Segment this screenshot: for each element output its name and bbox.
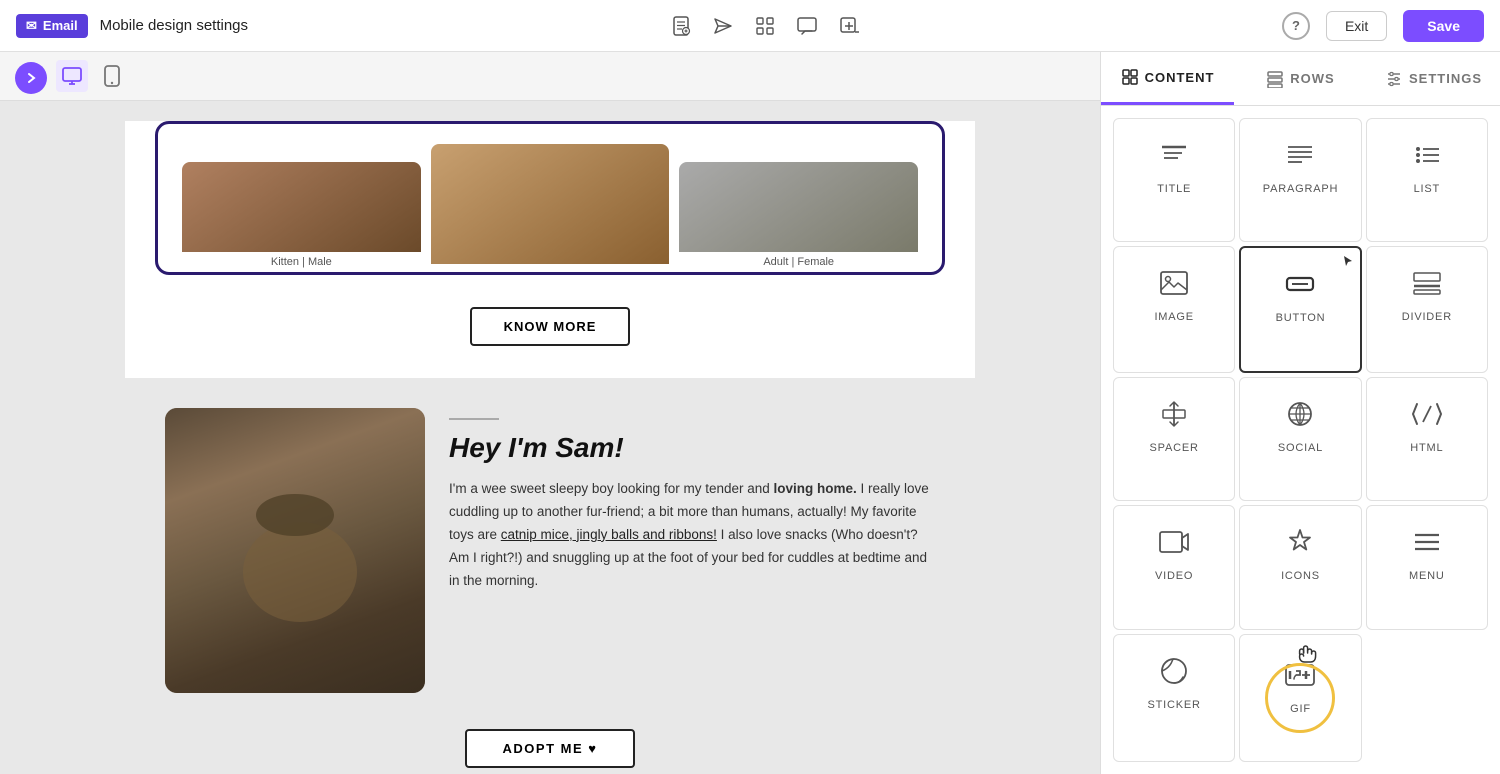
chat-icon[interactable] [795,14,819,38]
cat-2-label [431,264,670,272]
menu-label: MENU [1409,570,1445,582]
content-item-menu[interactable]: MENU [1366,505,1488,629]
know-more-button[interactable]: KNOW MORE [470,307,631,346]
tab-settings-label: SETTINGS [1409,71,1482,86]
sam-toys-link[interactable]: catnip mice, jingly balls and ribbons! [501,527,717,542]
main-layout: Kitten | Male Adult | Female KNOW [0,52,1500,774]
exit-button[interactable]: Exit [1326,11,1387,41]
tab-rows-label: ROWS [1290,71,1334,86]
send-icon[interactable] [711,14,735,38]
paragraph-icon [1280,135,1320,175]
page-title: Mobile design settings [100,17,248,34]
panel-tabs: CONTENT ROWS SETTINGS [1101,52,1500,106]
hand-cursor-icon [1296,643,1318,665]
content-item-button[interactable]: BUTTON [1239,246,1361,372]
email-preview: Kitten | Male Adult | Female KNOW [125,121,975,774]
cat-card-3: Adult | Female [679,162,918,272]
content-item-sticker[interactable]: STICKER [1113,634,1235,762]
list-label: LIST [1414,183,1440,195]
desktop-view-button[interactable] [56,60,88,92]
tab-content[interactable]: CONTENT [1101,52,1234,105]
content-item-image[interactable]: IMAGE [1113,246,1235,372]
title-icon [1154,135,1194,175]
image-icon [1154,263,1194,303]
sam-divider [449,418,499,420]
spacer-label: SPACER [1150,442,1199,454]
sam-name: Hey I'm Sam! [449,432,935,464]
topbar-right: ? Exit Save [1282,10,1484,42]
divider-icon [1407,263,1447,303]
social-icon [1280,394,1320,434]
content-item-social[interactable]: SOCIAL [1239,377,1361,501]
content-item-list[interactable]: LIST [1366,118,1488,242]
html-icon [1407,394,1447,434]
tab-rows[interactable]: ROWS [1234,52,1367,105]
topbar-icons [669,14,861,38]
panel-expand-button[interactable] [15,62,47,94]
icons-label: ICONS [1281,570,1320,582]
spacer-icon [1154,394,1194,434]
cat-card-1: Kitten | Male [182,162,421,272]
social-label: SOCIAL [1278,442,1323,454]
add-block-icon[interactable] [837,14,861,38]
email-badge-label: Email [43,18,78,33]
content-item-icons[interactable]: ICONS [1239,505,1361,629]
topbar: ✉ Email Mobile design settings [0,0,1500,52]
title-label: TITLE [1157,183,1191,195]
image-label: IMAGE [1154,311,1193,323]
email-icon: ✉ [26,18,37,34]
menu-icon [1407,522,1447,562]
sam-image [165,408,425,693]
content-item-html[interactable]: HTML [1366,377,1488,501]
adopt-me-button[interactable]: ADOPT ME ♥ [465,729,636,768]
divider-label: DIVIDER [1402,311,1452,323]
cat-card-2 [431,144,670,272]
list-icon [1407,135,1447,175]
help-button[interactable]: ? [1282,12,1310,40]
icons-icon [1280,522,1320,562]
doc-icon[interactable] [669,14,693,38]
content-item-paragraph[interactable]: PARAGRAPH [1239,118,1361,242]
grid-icon[interactable] [753,14,777,38]
gif-label: GIF [1290,703,1311,715]
button-label: BUTTON [1276,312,1326,324]
html-label: HTML [1410,442,1443,454]
tab-content-label: CONTENT [1145,70,1215,85]
video-label: VIDEO [1155,570,1193,582]
right-panel: CONTENT ROWS SETTINGS TITLE [1100,52,1500,774]
content-item-divider[interactable]: DIVIDER [1366,246,1488,372]
save-button[interactable]: Save [1403,10,1484,42]
content-item-video[interactable]: VIDEO [1113,505,1235,629]
sam-section: Hey I'm Sam! I'm a wee sweet sleepy boy … [125,378,975,774]
sticker-label: STICKER [1148,699,1201,711]
content-item-spacer[interactable]: SPACER [1113,377,1235,501]
content-grid: TITLE PARAGRAPH LIST IM [1101,106,1500,774]
sam-content: Hey I'm Sam! I'm a wee sweet sleepy boy … [449,408,935,593]
mobile-view-button[interactable] [96,60,128,92]
sticker-icon [1154,651,1194,691]
content-item-title[interactable]: TITLE [1113,118,1235,242]
cat-3-label: Adult | Female [679,252,918,272]
cat-1-label: Kitten | Male [182,252,421,272]
paragraph-label: PARAGRAPH [1263,183,1338,195]
button-icon [1280,264,1320,304]
canvas-area: Kitten | Male Adult | Female KNOW [0,52,1100,774]
sam-description: I'm a wee sweet sleepy boy looking for m… [449,478,935,593]
video-icon [1154,522,1194,562]
content-item-gif[interactable]: GIF [1239,634,1361,762]
tab-settings[interactable]: SETTINGS [1367,52,1500,105]
email-badge[interactable]: ✉ Email [16,14,88,38]
